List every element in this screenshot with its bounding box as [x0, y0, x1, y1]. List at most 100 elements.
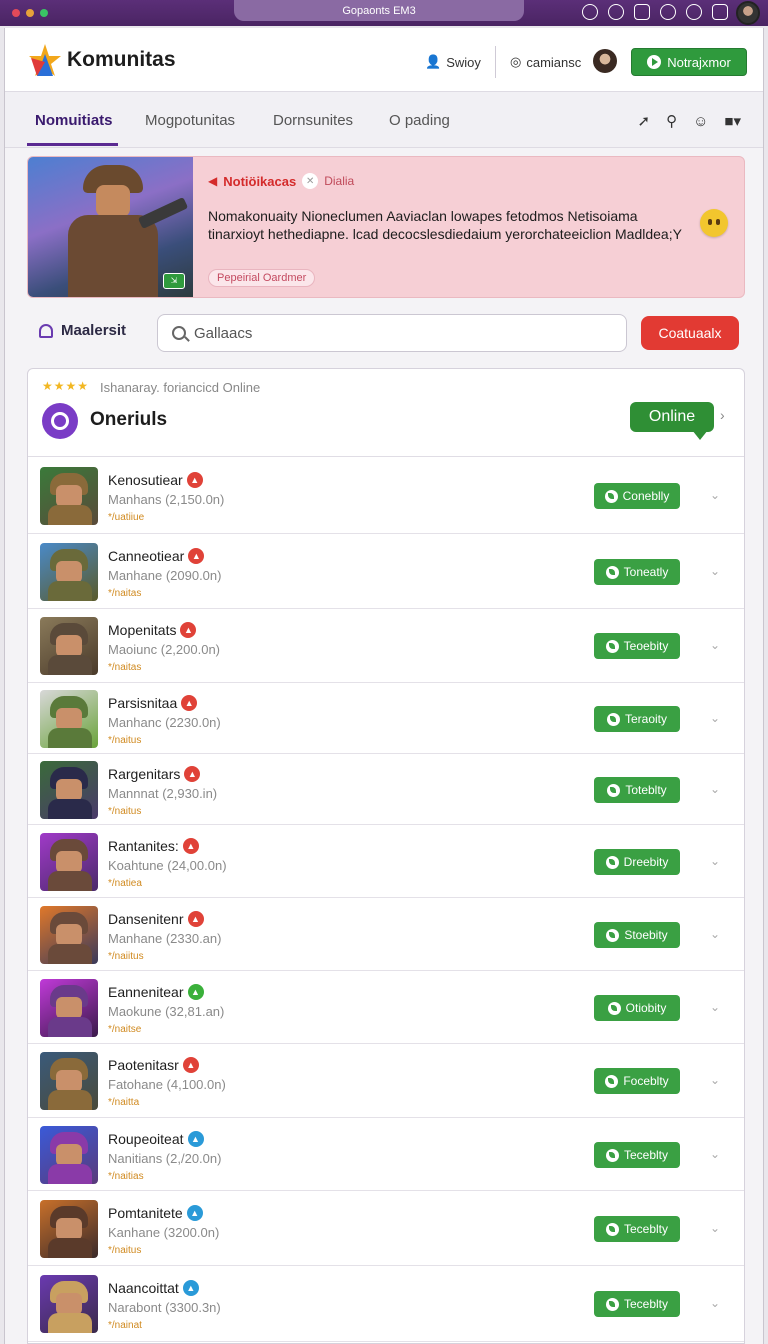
refresh-icon[interactable] [608, 4, 624, 20]
community-name: Paotenitasr ▲ [108, 1057, 199, 1073]
list-item[interactable]: Dansenitenr ▲ Manhane (2330.an) */naiitu… [28, 898, 744, 971]
community-tag: */naitta [108, 1097, 140, 1108]
list-item[interactable]: Canneotiear ▲ Manhane (2090.0n) */naitas… [28, 534, 744, 609]
list-item[interactable]: Naancoittat ▲ Narabont (3300.3n) */naina… [28, 1266, 744, 1342]
chevron-down-icon[interactable]: ⌄ [710, 564, 720, 578]
community-name: Dansenitenr ▲ [108, 911, 204, 927]
list-item[interactable]: Paotenitasr ▲ Fatohane (4,100.0n) */nait… [28, 1044, 744, 1118]
header-divider [495, 46, 496, 78]
chevron-down-icon[interactable]: ⌄ [710, 638, 720, 652]
community-thumbnail [40, 543, 98, 601]
camera-label: camiansc [526, 54, 582, 70]
tab-dornsunites[interactable]: Dornsunites [273, 112, 353, 129]
clock-icon[interactable] [686, 4, 702, 20]
join-button[interactable]: Toteblty [594, 777, 680, 803]
dismiss-link[interactable]: Dialia [324, 174, 354, 188]
join-button[interactable]: Dreebity [594, 849, 680, 875]
community-name: Rargenitars ▲ [108, 766, 201, 782]
status-badge: ▲ [187, 984, 204, 1000]
community-tag: */naitus [108, 735, 142, 746]
join-button[interactable]: Teraoity [594, 706, 680, 732]
sync-icon[interactable] [582, 4, 598, 20]
join-button-label: Teceblty [623, 1297, 669, 1311]
list-item[interactable]: Rantanites: ▲ Koahtune (24,00.0n) */nati… [28, 825, 744, 898]
list-item[interactable]: Pomtanitete ▲ Kanhane (3200.0n) */naitus… [28, 1191, 744, 1266]
join-button[interactable]: Otiobity [594, 995, 680, 1021]
at-icon[interactable] [660, 4, 676, 20]
status-badge: ▲ [184, 766, 201, 782]
status-badge: ▲ [181, 695, 198, 711]
smiley-icon [700, 209, 728, 237]
chevron-down-icon[interactable]: ⌄ [710, 488, 720, 502]
chevron-down-icon[interactable]: ⌄ [710, 1147, 720, 1161]
search-icon[interactable]: ⚲ [666, 112, 677, 130]
url-bar[interactable]: Gopaonts EM3 [234, 0, 524, 21]
community-name-text: Eannenitear [108, 984, 184, 1000]
camera-menu[interactable]: ◎ camiansc [510, 54, 581, 70]
magnifier-icon [172, 326, 186, 340]
community-thumbnail [40, 761, 98, 819]
community-name-text: Canneotiear [108, 548, 185, 564]
join-button[interactable]: Teceblty [594, 1291, 680, 1317]
list-item[interactable]: Roupeoiteat ▲ Nanitians (2,/20.0n) */nai… [28, 1118, 744, 1191]
chevron-down-icon[interactable]: ⌄ [710, 1073, 720, 1087]
chevron-down-icon[interactable]: ⌄ [710, 1000, 720, 1014]
search-input[interactable] [194, 324, 594, 342]
banner-chip[interactable]: Pepeirial Oardmer [208, 269, 316, 287]
bell-icon [39, 323, 53, 338]
join-button[interactable]: Toneatly [594, 559, 680, 585]
chevron-down-icon[interactable]: ⌄ [710, 1221, 720, 1235]
emoji-icon[interactable]: ☺ [693, 113, 708, 130]
online-status-bubble[interactable]: Online [630, 402, 714, 440]
chevron-down-icon[interactable]: ⌄ [710, 1296, 720, 1310]
tab-nomuitiats[interactable]: Nomuitiats [35, 112, 113, 129]
list-item[interactable]: Eannenitear ▲ Maokune (32,81.an) */naits… [28, 971, 744, 1044]
community-thumbnail [40, 1275, 98, 1333]
tab-mogpotunitas[interactable]: Mogpotunitas [145, 112, 235, 129]
close-icon[interactable]: ✕ [302, 173, 319, 189]
chevron-down-icon[interactable]: ⌄ [710, 854, 720, 868]
close-window-dot[interactable] [12, 9, 20, 17]
chevron-down-icon[interactable]: ⌄ [710, 782, 720, 796]
panel-header: ★★★★ Ishanaray. foriancicd Online Oneriu… [28, 369, 744, 457]
status-badge: ▲ [182, 1057, 199, 1073]
back-arrow-icon[interactable]: ◀ [208, 174, 217, 188]
chat-icon [605, 639, 619, 653]
chat-icon [605, 1074, 619, 1088]
community-name: Kenosutiear ▲ [108, 472, 203, 488]
list-item[interactable]: Rargenitars ▲ Mannnat (2,930.in) */naitu… [28, 754, 744, 825]
search-button[interactable]: Coatuaalx [641, 316, 739, 350]
list-item[interactable]: Parsisnitaa ▲ Manhanc (2230.0n) */naitus… [28, 683, 744, 754]
community-name: Eannenitear ▲ [108, 984, 204, 1000]
list-item[interactable]: Mopenitats ▲ Maoiunc (2,200.0n) */naitas… [28, 609, 744, 683]
join-button[interactable]: Teceblty [594, 1216, 680, 1242]
bookmark-icon[interactable] [634, 4, 650, 20]
tab-o-pading[interactable]: O pading [389, 112, 450, 129]
join-button[interactable]: Foceblty [594, 1068, 680, 1094]
lock-menu-icon[interactable]: ■▾ [724, 112, 741, 130]
chevron-down-icon[interactable]: ⌄ [710, 711, 720, 725]
tab-tools: ➚ ⚲ ☺ ■▾ [638, 112, 742, 131]
community-thumbnail [40, 467, 98, 525]
join-button[interactable]: Teceblty [594, 1142, 680, 1168]
extension-icon[interactable] [712, 4, 728, 20]
avatar[interactable] [593, 49, 617, 73]
join-button[interactable]: Coneblly [594, 483, 680, 509]
community-tag: */naitas [108, 662, 142, 673]
notification-banner: ⇲ ◀ Notiöikacas ✕ Dialia Nomakonuaity Ni… [27, 156, 745, 298]
notify-button[interactable]: Notrajxmor [631, 48, 747, 76]
share-icon[interactable]: ➚ [638, 112, 651, 130]
user-menu[interactable]: 👤 Swioy [425, 54, 481, 70]
join-button[interactable]: Teoebity [594, 633, 680, 659]
chevron-right-icon[interactable]: › [720, 407, 725, 423]
community-gear-icon [42, 403, 78, 439]
os-profile-avatar[interactable] [736, 1, 760, 25]
join-button[interactable]: Stoebity [594, 922, 680, 948]
search-box[interactable] [157, 314, 627, 352]
minimize-window-dot[interactable] [26, 9, 34, 17]
maximize-window-dot[interactable] [40, 9, 48, 17]
chevron-down-icon[interactable]: ⌄ [710, 927, 720, 941]
status-badge: ▲ [186, 1205, 203, 1221]
list-item[interactable]: Kenosutiear ▲ Manhans (2,150.0n) */uatii… [28, 457, 744, 534]
community-members: Mannnat (2,930.in) [108, 786, 218, 801]
